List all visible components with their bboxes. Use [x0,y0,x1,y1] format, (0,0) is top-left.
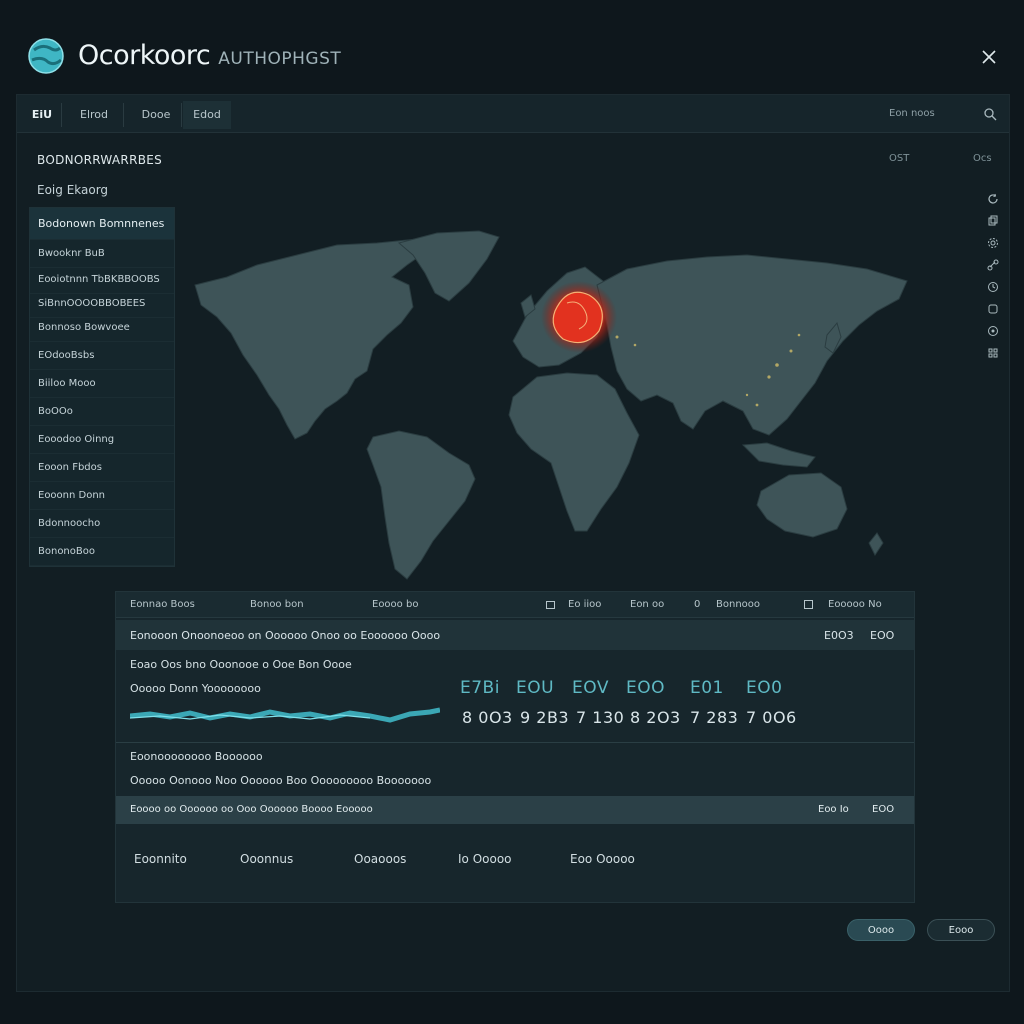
metric-top-5: E01 [690,678,724,698]
app-logo-icon [28,38,64,74]
checkbox-icon[interactable] [546,601,555,609]
detail-line-c: Eoonoooooooo Boooooo [130,750,263,763]
search-icon[interactable] [983,107,997,121]
metric-top-3: EOV [572,678,609,698]
app-title-text: Ocorkoorc [78,40,211,71]
sidebar-item-6[interactable]: EOdooBsbs [30,342,174,370]
region-indonesia [741,442,816,468]
copy-icon[interactable] [987,215,999,227]
activity-sparkline [130,707,440,723]
metric-bottom-5: 7 283 [690,708,739,727]
sidebar: Bodonown Bomnnenes Bwooknr BuB Eooiotnnn… [29,207,175,567]
metric-top-1: E7Bi [460,678,500,698]
header-right-4[interactable]: Bonnooo [716,599,760,610]
sidebar-item-5[interactable]: Bonnoso Bowvoee [30,314,174,342]
hotspot-marker[interactable] [541,281,617,353]
metric-bottom-3: 7 130 [576,708,625,727]
metric-bottom-4: 8 2O3 [630,708,681,727]
main-window: EiU Elrod Dooe Edod Eon noos BODNORRWARR… [16,94,1010,992]
row2-label: Eoooo oo Oooooo oo Ooo Oooooo Boooo Eooo… [130,804,373,815]
panel-divider [116,742,914,743]
app-subtitle: AUTHOPHGST [218,49,342,69]
row2-value-2: EOO [872,804,895,815]
row2-value-1: Eoo Io [818,804,849,815]
primary-button[interactable]: Oooo [847,919,915,941]
title-bar: Ocorkoorc AUTHOPHGST [0,0,1024,94]
panel-highlight-row[interactable]: Eonooon Onoonoeoo on Oooooo Onoo oo Eooo… [116,620,914,650]
row1-label: Eonooon Onoonoeoo on Oooooo Onoo oo Eooo… [130,629,441,642]
info-icon[interactable] [987,325,999,337]
tab-3[interactable]: Dooe [129,101,183,129]
header-right-5[interactable]: Eooooo No [828,599,882,610]
tab-divider [123,103,124,127]
sidebar-item-1[interactable]: Bodonown Bomnnenes [30,208,174,240]
refresh-icon[interactable] [987,193,999,205]
sidebar-item-7[interactable]: Biiloo Mooo [30,370,174,398]
secondary-button[interactable]: Eooo [927,919,995,941]
metric-top-2: EOU [516,678,555,698]
header-right-2[interactable]: Eon oo [630,599,664,610]
continent-south-america [366,430,476,580]
bottom-tab-4[interactable]: Io Ooooo [458,852,512,866]
metric-bottom-2: 9 2B3 [520,708,570,727]
layers-icon[interactable] [987,303,999,315]
continent-australia [756,472,848,538]
sidebar-heading: BODNORRWARRBES [37,153,163,167]
top-right-label-a[interactable]: OST [889,153,909,164]
history-icon[interactable] [987,281,999,293]
detail-line-b: Ooooo Donn Yoooooooo [130,682,261,695]
detail-line-d: Ooooo Oonooo Noo Oooooo Boo Ooooooooo Bo… [130,774,432,787]
app-title: Ocorkoorc AUTHOPHGST [78,40,341,71]
sidebar-item-10[interactable]: Eooon Fbdos [30,454,174,482]
sidebar-item-8[interactable]: BoOOo [30,398,174,426]
metric-bottom-1: 8 0O3 [462,708,513,727]
metric-top-6: EO0 [746,678,783,698]
bottom-tab-3[interactable]: Ooaooos [354,852,406,866]
metric-top-4: EOO [626,678,666,698]
close-icon[interactable] [976,44,1002,70]
tab-2[interactable]: Elrod [69,101,119,129]
row1-value-2: EOO [870,629,895,642]
continent-asia [596,254,908,436]
link-icon[interactable] [987,259,999,271]
panel-selected-row[interactable]: Eoooo oo Oooooo oo Ooo Oooooo Boooo Eooo… [116,796,914,824]
continent-greenland [397,230,500,302]
bottom-tab-1[interactable]: Eoonnito [134,852,187,866]
continent-north-america [194,238,428,440]
sidebar-item-13[interactable]: BononoBoo [30,538,174,566]
sidebar-item-12[interactable]: Bdonnoocho [30,510,174,538]
header-right-3[interactable]: 0 [694,599,700,610]
sidebar-item-9[interactable]: Eooodoo Oinng [30,426,174,454]
detail-line-a: Eoao Oos bno Ooonooe o Ooe Bon Oooe [130,658,352,671]
header-col-2[interactable]: Bonoo bon [250,599,304,610]
world-map[interactable] [187,225,947,585]
search-label[interactable]: Eon noos [889,108,935,119]
sidebar-subheading[interactable]: Eoig Ekaorg [37,183,108,197]
sidebar-item-2[interactable]: Bwooknr BuB [30,240,174,268]
settings-icon[interactable] [987,237,999,249]
tab-bar: EiU Elrod Dooe Edod Eon noos [17,95,1009,133]
bottom-tab-2[interactable]: Ooonnus [240,852,293,866]
tab-4[interactable]: Edod [183,101,231,129]
sidebar-item-11[interactable]: Eooonn Donn [30,482,174,510]
tab-divider [181,103,182,127]
row1-value-1: E0O3 [824,629,854,642]
header-col-1[interactable]: Eonnao Boos [130,599,195,610]
region-new-zealand [868,532,884,556]
square-icon[interactable] [804,600,813,609]
header-right-1[interactable]: Eo iioo [568,599,601,610]
continent-africa [508,372,640,532]
tab-1[interactable]: EiU [27,101,57,129]
top-right-label-b[interactable]: Ocs [973,153,992,164]
header-col-3[interactable]: Eoooo bo [372,599,418,610]
data-panel: Eonnao Boos Bonoo bon Eoooo bo Eo iioo E… [115,591,915,903]
bottom-tab-5[interactable]: Eoo Ooooo [570,852,635,866]
tab-divider [61,103,62,127]
grid-icon[interactable] [987,347,999,359]
metric-bottom-6: 7 0O6 [746,708,797,727]
panel-header: Eonnao Boos Bonoo bon Eoooo bo Eo iioo E… [116,592,914,618]
